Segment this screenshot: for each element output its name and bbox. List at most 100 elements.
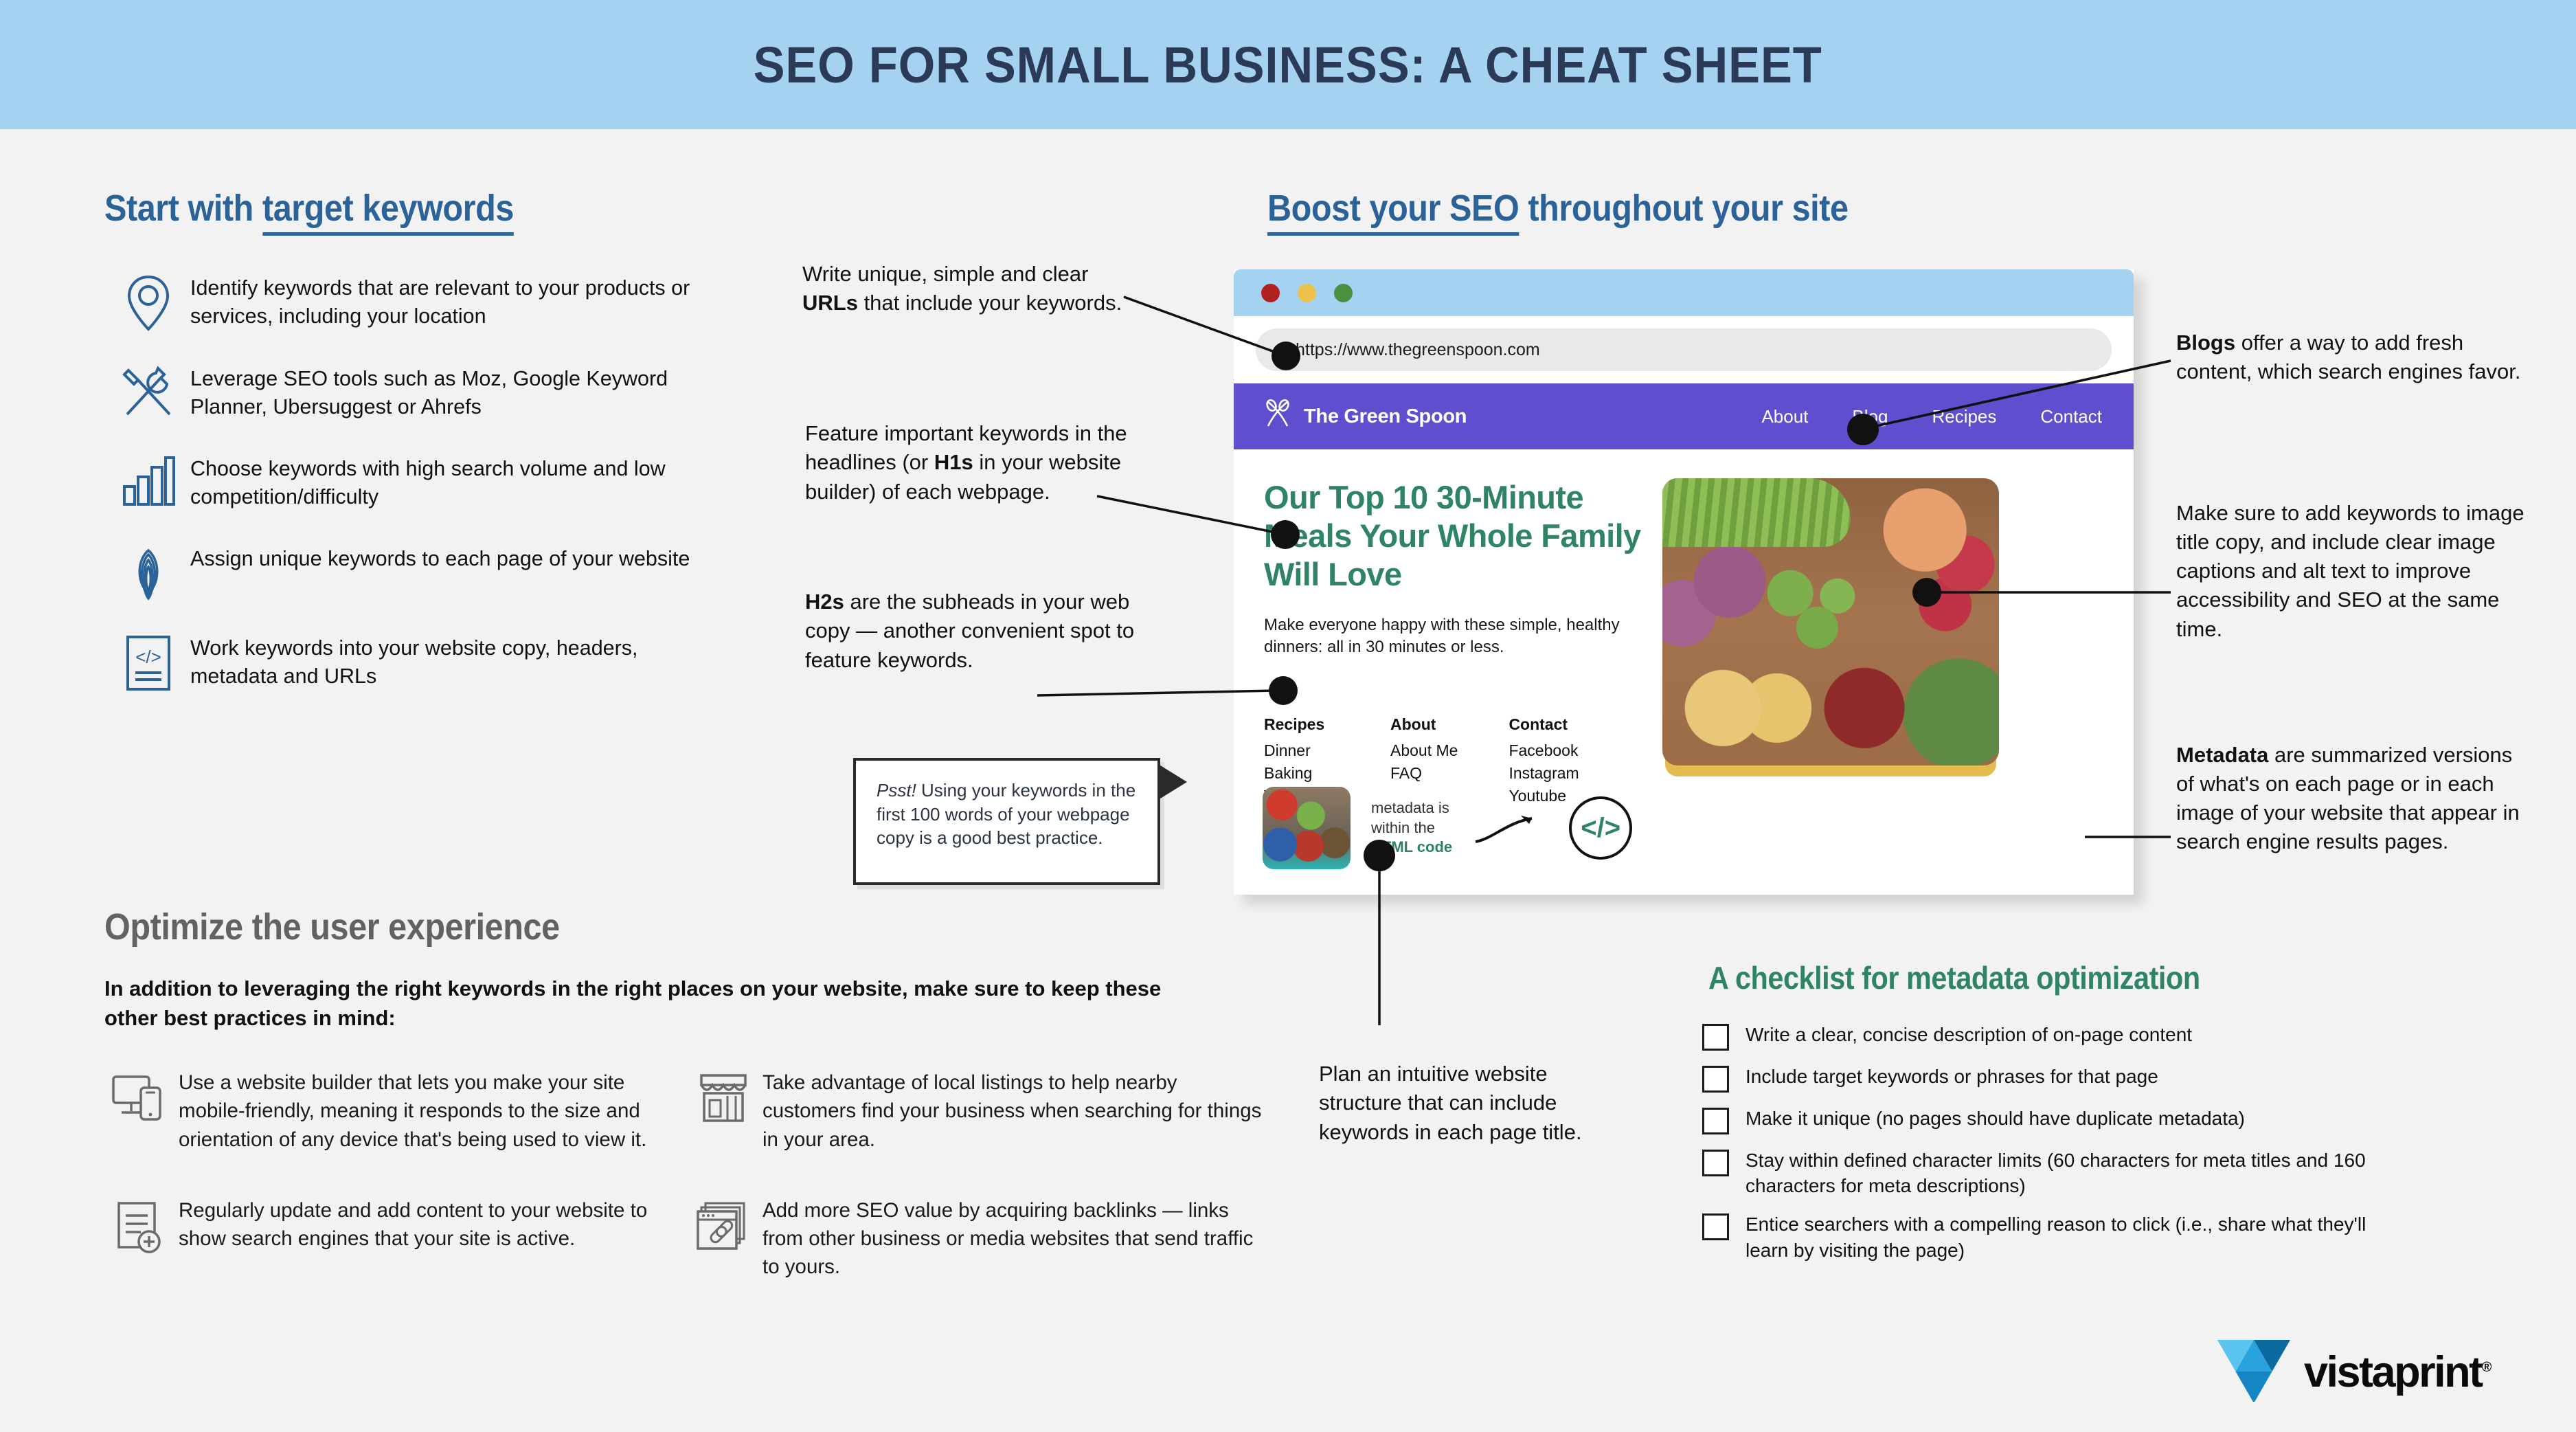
fingerprint-icon [106,542,190,601]
list-item: Take advantage of local listings to help… [683,1069,1267,1154]
nav-link-contact[interactable]: Contact [2040,406,2102,427]
list-item: Identify keywords that are relevant to y… [106,271,725,332]
list-item: </> Work keywords into your website copy… [106,631,725,692]
psst-box-tail [1158,764,1187,800]
list-item: Write a clear, concise description of on… [1702,1022,2540,1051]
callout-blogs-bold: Blogs [2176,331,2236,355]
list-item: Regularly update and add content to your… [100,1196,683,1282]
site-subhead: Make everyone happy with these simple, h… [1264,615,1620,656]
vistaprint-wordmark: vistaprint® [2304,1347,2492,1397]
psst-tip-box: Psst! Using your keywords in the first 1… [853,758,1160,885]
list-item: Leverage SEO tools such as Moz, Google K… [106,362,725,422]
site-nav-links: About Blog Recipes Contact [1761,406,2102,427]
footer-link[interactable]: FAQ [1390,762,1458,785]
list-item: Assign unique keywords to each page of y… [106,542,725,601]
svg-text:</>: </> [135,647,161,667]
list-item-label: Take advantage of local listings to help… [762,1071,1262,1151]
keyword-tips-list: Identify keywords that are relevant to y… [106,271,725,722]
checklist-item-label: Include target keywords or phrases for t… [1745,1066,2158,1087]
callout-site-structure: Plan an intuitive website structure that… [1319,1060,1628,1147]
list-item: Stay within defined character limits (60… [1702,1148,2540,1198]
checkbox[interactable] [1702,1108,1729,1134]
callout-urls-pre: Write unique, simple and clear [802,262,1089,286]
list-item-label: Add more SEO value by acquiring backlink… [762,1198,1254,1279]
checkbox[interactable] [1702,1066,1729,1093]
minimize-window-dot-icon[interactable] [1298,283,1316,302]
list-item-label: Assign unique keywords to each page of y… [190,546,690,570]
registered-mark-icon: ® [2481,1359,2492,1375]
list-item: Entice searchers with a compelling reaso… [1702,1211,2540,1262]
callout-urls-bold: URLs [802,291,858,315]
code-document-icon: </> [106,631,190,692]
list-item: Choose keywords with high search volume … [106,452,725,512]
nav-link-about[interactable]: About [1761,406,1808,427]
list-item: Add more SEO value by acquiring backlink… [683,1196,1267,1282]
ux-intro-text: In addition to leveraging the right keyw… [104,976,1162,1030]
site-headline: Our Top 10 30-Minute Meals Your Whole Fa… [1264,479,1641,592]
metadata-checklist: Write a clear, concise description of on… [1702,1022,2540,1276]
callout-blogs: Blogs offer a way to add fresh content, … [2176,328,2527,386]
section-heading-ux: Optimize the user experience [104,906,560,948]
list-item: Include target keywords or phrases for t… [1702,1064,2540,1093]
browser-titlebar [1234,269,2134,316]
callout-images: Make sure to add keywords to image title… [2176,499,2527,644]
callout-h2-post: are the subheads in your web copy — anot… [805,590,1135,672]
metadata-caption-line2: within the [1371,818,1435,836]
checkbox[interactable] [1702,1024,1729,1051]
document-plus-icon [100,1196,179,1255]
site-brand[interactable]: The Green Spoon [1263,399,1467,434]
site-body-left: Our Top 10 30-Minute Meals Your Whole Fa… [1264,478,1649,829]
keywords-heading-plain: Start with [104,188,262,229]
footer-column-header: Recipes [1264,715,1325,733]
section-heading-checklist: A checklist for metadata optimization [1708,960,2200,996]
keywords-heading-underlined: target keywords [262,188,514,236]
callout-h2: H2s are the subheads in your web copy — … [805,588,1135,675]
section-heading-boost: Boost your SEO throughout your site [1267,187,1849,236]
curved-arrow-icon [1473,806,1548,851]
list-item-label: Choose keywords with high search volume … [190,456,666,509]
nav-link-blog[interactable]: Blog [1852,406,1888,427]
nav-link-recipes[interactable]: Recipes [1932,406,1996,427]
callout-metadata-bold: Metadata [2176,743,2269,767]
site-brand-label: The Green Spoon [1304,405,1467,427]
close-window-dot-icon[interactable] [1261,283,1280,302]
page-header-banner: SEO FOR SMALL BUSINESS: A CHEAT SHEET [0,0,2576,129]
green-spoon-logo-icon [1263,399,1293,434]
callout-h2-bold: H2s [805,590,844,614]
site-body: Our Top 10 30-Minute Meals Your Whole Fa… [1234,449,2134,829]
asparagus-detail [1662,478,1851,548]
checkbox[interactable] [1702,1213,1729,1241]
callout-h1: Feature important keywords in the headli… [805,419,1135,506]
list-item-label: Identify keywords that are relevant to y… [190,276,690,328]
list-item-label: Use a website builder that lets you make… [179,1071,647,1151]
callout-site-structure-text: Plan an intuitive website structure that… [1319,1062,1582,1144]
maximize-window-dot-icon[interactable] [1334,283,1353,302]
footer-link[interactable]: Instagram [1509,762,1579,785]
callout-urls-post: that include your keywords. [857,291,1122,315]
checklist-item-label: Entice searchers with a compelling reaso… [1745,1213,2366,1261]
bar-chart-icon [106,452,190,507]
boost-heading-underlined: Boost your SEO [1267,188,1519,236]
metadata-example-row: metadata is within the HTML code </> [1263,787,1633,869]
footer-link[interactable]: Dinner [1264,739,1340,762]
checklist-item-label: Write a clear, concise description of on… [1745,1024,2193,1045]
psst-lead: Psst! [877,780,916,801]
ux-row: Regularly update and add content to your… [100,1196,1267,1282]
metadata-caption-line1: metadata is [1371,799,1449,817]
browser-url-input[interactable]: https://www.thegreenspoon.com [1256,328,2112,371]
boost-heading-plain: throughout your site [1519,188,1849,229]
callout-metadata: Metadata are summarized versions of what… [2176,741,2527,857]
vistaprint-wordmark-text: vistaprint [2304,1347,2483,1396]
hero-vegetables-photo [1662,478,1999,765]
checkbox[interactable] [1702,1150,1729,1176]
metadata-caption-bold: HTML code [1371,838,1453,856]
footer-link[interactable]: Facebook [1509,739,1579,762]
list-item-label: Work keywords into your website copy, he… [190,636,638,689]
list-item: Make it unique (no pages should have dup… [1702,1106,2540,1134]
footer-link[interactable]: Baking [1264,762,1340,785]
section-heading-keywords: Start with target keywords [104,187,514,236]
checklist-item-label: Stay within defined character limits (60… [1745,1150,2366,1197]
footer-link[interactable]: About Me [1390,739,1458,762]
list-item-label: Regularly update and add content to your… [179,1198,648,1251]
responsive-devices-icon [100,1069,179,1122]
